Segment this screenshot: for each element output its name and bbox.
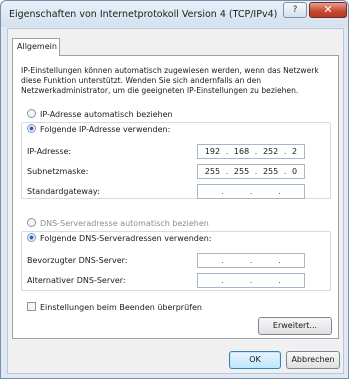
subnet-mask-label: Subnetzmaske:: [27, 167, 89, 176]
ip-octet: 168: [233, 147, 250, 156]
dialog-window: Eigenschaften von Internetprotokoll Vers…: [0, 0, 349, 379]
tab-allgemein[interactable]: Allgemein: [12, 38, 60, 56]
advanced-button[interactable]: Erweitert...: [258, 317, 332, 335]
radio-ip-auto[interactable]: IP-Adresse automatisch beziehen: [27, 109, 173, 121]
gateway-input[interactable]: . . .: [197, 184, 305, 199]
radio-dns-auto[interactable]: DNS-Serveradresse automatisch beziehen: [27, 218, 209, 230]
radio-button-checked[interactable]: [27, 124, 36, 133]
ip-octet: 255: [262, 167, 279, 176]
preferred-dns-input[interactable]: . . .: [197, 253, 305, 268]
gateway-label: Standardgateway:: [27, 187, 100, 196]
tab-panel-allgemein: IP-Einstellungen können automatisch zuge…: [12, 55, 339, 339]
help-button[interactable]: ?: [283, 2, 307, 18]
close-button[interactable]: ✕: [309, 2, 347, 18]
description-text: IP-Einstellungen können automatisch zuge…: [21, 66, 319, 95]
radio-ip-manual-label: Folgende IP-Adresse verwenden:: [40, 125, 171, 134]
alternate-dns-label: Alternativer DNS-Server:: [27, 276, 126, 285]
alternate-dns-input[interactable]: . . .: [197, 273, 305, 288]
validate-on-exit-checkbox[interactable]: Einstellungen beim Beenden überprüfen: [27, 302, 202, 314]
checkbox-box[interactable]: [27, 302, 36, 311]
ip-octet: 2: [292, 147, 298, 156]
radio-button[interactable]: [27, 218, 36, 227]
title-bar[interactable]: Eigenschaften von Internetprotokoll Vers…: [1, 1, 348, 27]
ip-address-input[interactable]: 192. 168. 252. 2: [197, 144, 305, 159]
radio-dns-auto-label: DNS-Serveradresse automatisch beziehen: [40, 219, 209, 228]
radio-button-checked[interactable]: [27, 233, 36, 242]
ip-address-label: IP-Adresse:: [27, 147, 72, 156]
subnet-mask-input[interactable]: 255. 255. 255. 0: [197, 164, 305, 179]
ip-octet: 252: [262, 147, 279, 156]
validate-on-exit-label: Einstellungen beim Beenden überprüfen: [40, 303, 202, 312]
preferred-dns-label: Bevorzugter DNS-Server:: [27, 256, 128, 265]
window-title: Eigenschaften von Internetprotokoll Vers…: [9, 9, 278, 20]
ip-octet: 255: [204, 167, 221, 176]
radio-dns-manual[interactable]: Folgende DNS-Serveradressen verwenden:: [27, 233, 212, 245]
radio-dns-manual-label: Folgende DNS-Serveradressen verwenden:: [40, 234, 212, 243]
radio-ip-manual[interactable]: Folgende IP-Adresse verwenden:: [27, 124, 170, 136]
ip-octet: 0: [292, 167, 298, 176]
radio-button[interactable]: [27, 109, 36, 118]
ip-octet: 192: [204, 147, 221, 156]
dialog-client-area: Allgemein IP-Einstellungen können automa…: [7, 28, 344, 374]
ip-octet: 255: [233, 167, 250, 176]
cancel-button[interactable]: Abbrechen: [286, 351, 340, 369]
ok-button[interactable]: OK: [229, 351, 281, 369]
radio-ip-auto-label: IP-Adresse automatisch beziehen: [40, 110, 173, 119]
